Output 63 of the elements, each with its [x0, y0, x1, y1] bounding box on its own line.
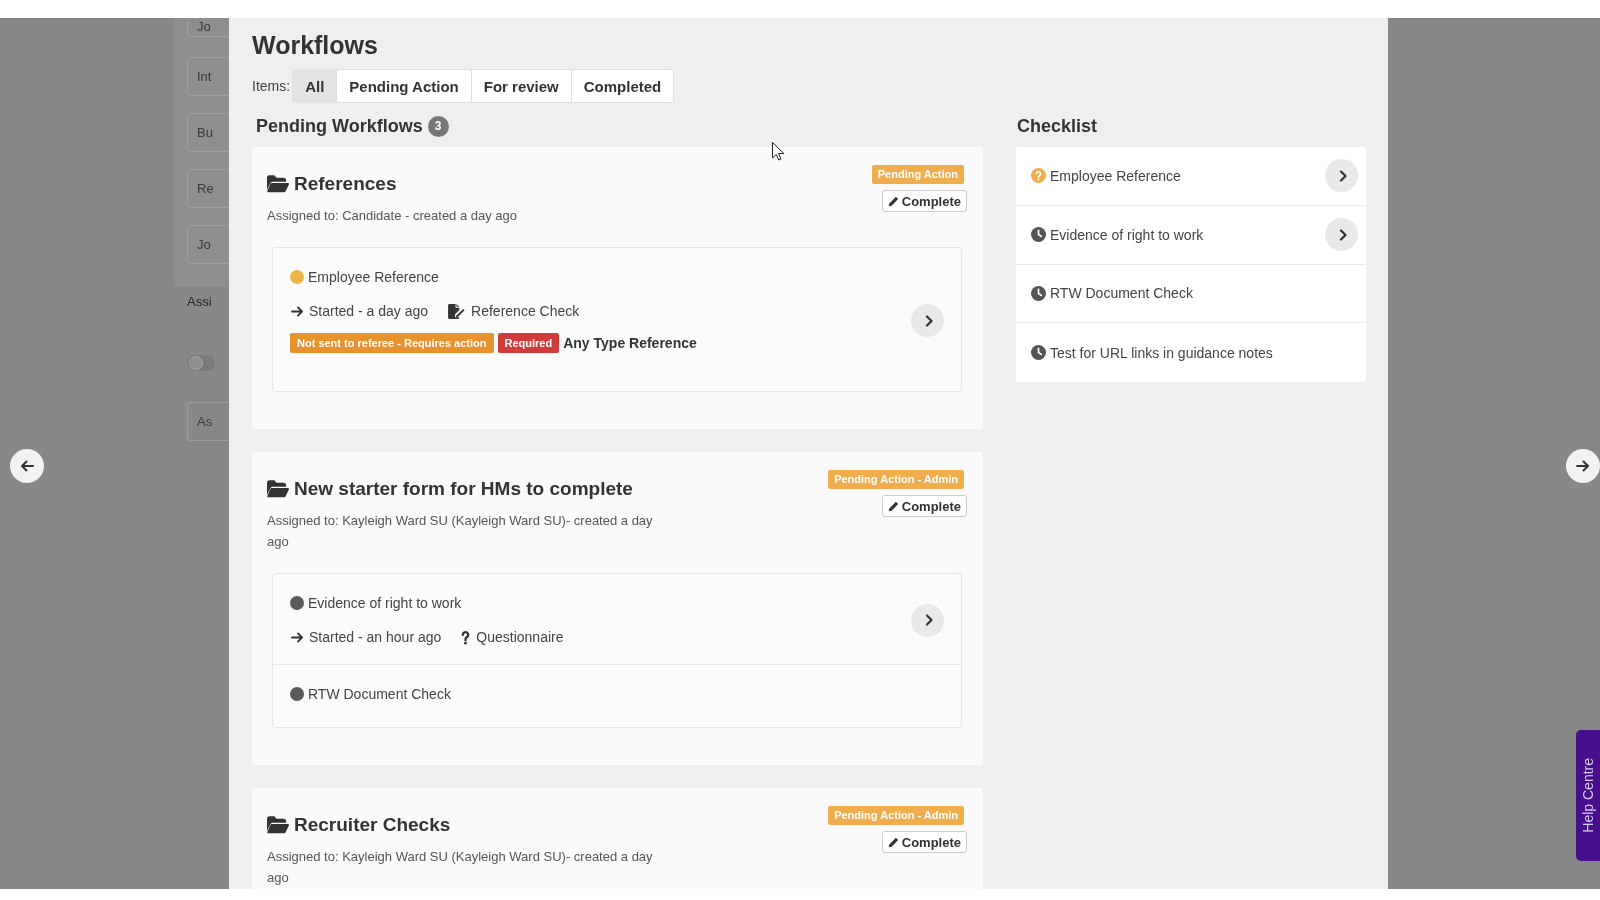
item-type: Questionnaire: [476, 629, 564, 645]
workflow-title: Recruiter Checks: [294, 813, 451, 837]
started-text: Started - an hour ago: [309, 629, 442, 645]
started-text: Started - a day ago: [309, 303, 429, 319]
folder-icon: [267, 816, 289, 834]
checklist-item-label: Test for URL links in guidance notes: [1050, 344, 1273, 361]
complete-button[interactable]: Complete: [881, 495, 967, 517]
assigned-text: Assigned to: Kayleigh Ward SU (Kayleigh Ward SU)- created a day ago: [267, 848, 654, 887]
folder-icon: [267, 480, 289, 498]
workflow-status-badge: Pending Action: [871, 165, 964, 184]
arrow-left-icon: [20, 460, 34, 472]
workflow-status-badge: Pending Action - Admin: [828, 470, 964, 489]
chevron-icon: [1338, 169, 1347, 182]
item-tag: Not sent to referee - Requires action: [290, 333, 494, 353]
section-title: Pending Workflows: [256, 115, 423, 137]
arrow-right-icon: [291, 305, 304, 317]
open-item-button[interactable]: [1325, 159, 1358, 193]
question-mark-icon: [461, 629, 471, 645]
filter-label: Items:: [252, 78, 291, 94]
workflow-title: References: [294, 172, 397, 196]
filter-tab[interactable]: For review: [470, 69, 572, 103]
assigned-text: Assigned to: Candidate - created a day ago: [267, 207, 518, 225]
complete-button[interactable]: Complete: [881, 831, 967, 853]
workflow-status-badge: Pending Action - Admin: [828, 806, 964, 825]
folder-icon: [267, 175, 289, 193]
help-centre-tab[interactable]: Help Centre: [1576, 730, 1600, 861]
workflow-count: 3: [427, 115, 449, 137]
item-name: RTW Document Check: [308, 686, 451, 702]
checklist-item-label: Evidence of right to work: [1050, 226, 1204, 243]
background-heading: Assi: [187, 293, 213, 311]
checklist-title: Checklist: [1017, 115, 1098, 137]
pencil-icon: [887, 836, 899, 848]
chevron-icon: [1338, 228, 1347, 241]
item-name: Employee Reference: [308, 269, 439, 285]
filter-tab[interactable]: Pending Action: [336, 69, 472, 103]
arrow-right-icon: [1576, 460, 1590, 472]
chevron-icon: [924, 314, 933, 327]
document-pen-icon: [448, 303, 466, 319]
item-tag: Required: [497, 333, 560, 353]
clock-icon: [1031, 345, 1046, 361]
pencil-icon: [887, 500, 899, 512]
assigned-text: Assigned to: Kayleigh Ward SU (Kayleigh Ward SU)- created a day ago: [267, 512, 654, 551]
checklist-item-label: RTW Document Check: [1050, 285, 1193, 302]
chevron-icon: [924, 614, 933, 626]
item-name: Evidence of right to work: [308, 595, 462, 611]
checklist-item-label: Employee Reference: [1050, 167, 1181, 184]
open-item-button[interactable]: [1325, 218, 1358, 252]
filter-tab[interactable]: Completed: [570, 69, 675, 103]
next-button[interactable]: [1566, 449, 1600, 483]
pencil-icon: [887, 195, 899, 207]
workflow-title: New starter form for HMs to complete: [294, 477, 633, 501]
question-circle-icon: [1031, 168, 1046, 184]
clock-icon: [1031, 227, 1046, 243]
complete-button[interactable]: Complete: [881, 190, 967, 212]
filter-tab[interactable]: All: [292, 69, 338, 103]
item-note: Any Type Reference: [563, 335, 697, 351]
modal-title: Workflows: [252, 30, 378, 61]
arrow-right-icon: [291, 631, 304, 643]
previous-button[interactable]: [10, 449, 44, 483]
open-item-button[interactable]: [911, 603, 944, 637]
item-type: Reference Check: [471, 303, 580, 319]
clock-icon: [1031, 285, 1046, 301]
open-item-button[interactable]: [911, 304, 944, 337]
